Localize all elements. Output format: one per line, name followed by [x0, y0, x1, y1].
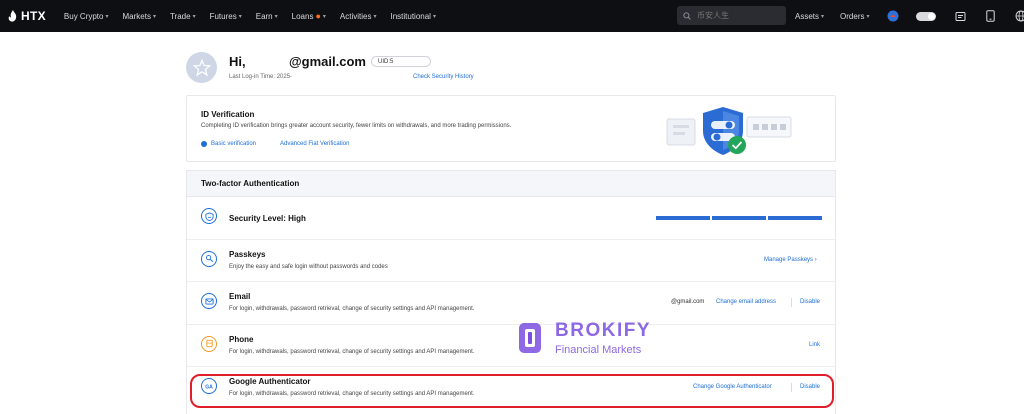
watermark-subtitle: Financial Markets	[555, 344, 641, 356]
search-input[interactable]	[697, 11, 777, 20]
passkeys-description: Enjoy the easy and safe login without pa…	[229, 264, 388, 270]
security-level-text: Security Level: High	[229, 214, 306, 223]
passkeys-title: Passkeys	[229, 250, 265, 259]
email-title: Email	[229, 292, 250, 301]
htx-logo[interactable]: HTX	[8, 9, 46, 23]
uid-badge: UID:5	[371, 56, 431, 67]
user-avatar-icon[interactable]	[886, 9, 900, 23]
main-menu: Buy Crypto▾ Markets▾ Trade▾ Futures▾ Ear…	[64, 11, 450, 21]
chevron-down-icon: ▾	[323, 13, 326, 20]
disable-email-link[interactable]: Disable	[800, 299, 820, 305]
profile-header: Hi, @gmail.com UID:5 Last Log-in Time: 2…	[186, 40, 836, 88]
divider	[791, 298, 792, 307]
bound-email-value: @gmail.com	[671, 299, 704, 305]
nav-label: Markets	[123, 12, 151, 21]
nav-label: Loans	[292, 12, 314, 21]
check-security-history-link[interactable]: Check Security History	[413, 74, 474, 80]
nav-label: Earn	[256, 12, 273, 21]
tfa-header: Two-factor Authentication	[187, 171, 835, 197]
nav-label: Activities	[340, 12, 372, 21]
shield-smile-icon	[201, 208, 217, 224]
nav-earn[interactable]: Earn▾	[256, 12, 278, 21]
nav-trade[interactable]: Trade▾	[170, 12, 196, 21]
nav-label: Assets	[795, 12, 819, 21]
language-globe-icon[interactable]	[1014, 9, 1024, 23]
security-level-row: Security Level: High	[187, 197, 835, 240]
last-login-time: Last Log-in Time: 2025-	[229, 74, 292, 80]
email-row: Email For login, withdrawals, password r…	[187, 282, 835, 325]
nav-institutional[interactable]: Institutional▾	[390, 12, 435, 21]
search-box[interactable]	[677, 6, 786, 25]
chevron-down-icon: ▾	[275, 13, 278, 20]
chevron-down-icon: ▾	[105, 13, 108, 20]
nav-futures[interactable]: Futures▾	[210, 12, 242, 21]
id-verification-title: ID Verification	[201, 110, 254, 119]
chevron-down-icon: ▾	[821, 13, 824, 20]
nav-right: Assets▾ Orders▾	[795, 0, 1024, 32]
highlight-annotation-box	[190, 374, 834, 408]
download-app-icon[interactable]	[984, 9, 998, 23]
security-center: Hi, @gmail.com UID:5 Last Log-in Time: 2…	[186, 40, 836, 88]
email-description: For login, withdrawals, password retriev…	[229, 306, 474, 312]
chevron-down-icon: ▾	[373, 13, 376, 20]
id-verification-description: Completing ID verification brings greate…	[201, 123, 511, 129]
phone-icon	[201, 336, 217, 352]
nav-activities[interactable]: Activities▾	[340, 12, 377, 21]
watermark-title: BROKIFY	[555, 320, 651, 342]
link-phone-link[interactable]: Link	[809, 342, 820, 348]
fire-icon: ●	[315, 11, 320, 21]
check-circle-icon	[201, 141, 207, 147]
brokify-watermark: BROKIFY Financial Markets	[518, 320, 688, 360]
nav-assets[interactable]: Assets▾	[795, 12, 824, 21]
chevron-down-icon: ▾	[866, 13, 869, 20]
security-level-bar	[712, 216, 766, 220]
logo-text: HTX	[21, 9, 46, 23]
chevron-down-icon: ▾	[193, 13, 196, 20]
search-icon	[683, 12, 691, 20]
change-email-address-link[interactable]: Change email address	[716, 299, 776, 305]
nav-label: Trade	[170, 12, 191, 21]
verification-links: Basic verification Advanced Fiat Verific…	[201, 141, 349, 147]
flame-logo-icon	[8, 10, 18, 22]
phone-row: Phone For login, withdrawals, password r…	[187, 325, 835, 368]
greeting: Hi,	[229, 54, 246, 69]
phone-title: Phone	[229, 335, 253, 344]
phone-description: For login, withdrawals, password retriev…	[229, 349, 474, 355]
id-verification-card: ID Verification Completing ID verificati…	[186, 95, 836, 162]
manage-passkeys-link[interactable]: Manage Passkeys ›	[764, 257, 817, 263]
basic-verification-link[interactable]: Basic verification	[211, 141, 256, 147]
nav-label: Buy Crypto	[64, 12, 104, 21]
advanced-fiat-verification-link[interactable]: Advanced Fiat Verification	[280, 141, 349, 147]
nav-orders[interactable]: Orders▾	[840, 12, 869, 21]
security-level-bar	[656, 216, 710, 220]
security-level-bars	[656, 216, 824, 220]
security-shield-illustration	[665, 103, 795, 157]
key-icon	[201, 251, 217, 267]
nav-label: Futures	[210, 12, 237, 21]
chevron-down-icon: ▾	[239, 13, 242, 20]
chevron-down-icon: ▾	[153, 13, 156, 20]
avatar[interactable]	[186, 52, 217, 83]
notification-icon[interactable]	[954, 9, 968, 23]
chevron-down-icon: ▾	[433, 13, 436, 20]
top-navbar: HTX Buy Crypto▾ Markets▾ Trade▾ Futures▾…	[0, 0, 1024, 32]
user-email: @gmail.com	[289, 54, 366, 69]
nav-buy-crypto[interactable]: Buy Crypto▾	[64, 12, 109, 21]
nav-loans[interactable]: Loans●▾	[292, 11, 326, 21]
theme-toggle[interactable]	[916, 12, 936, 21]
security-level-bar	[768, 216, 822, 220]
nav-label: Orders	[840, 12, 864, 21]
passkeys-row: Passkeys Enjoy the easy and safe login w…	[187, 240, 835, 283]
mail-icon	[201, 293, 217, 309]
brokify-logo-icon	[518, 322, 542, 354]
nav-markets[interactable]: Markets▾	[123, 12, 156, 21]
nav-label: Institutional	[390, 12, 430, 21]
star-avatar-icon	[193, 59, 211, 77]
